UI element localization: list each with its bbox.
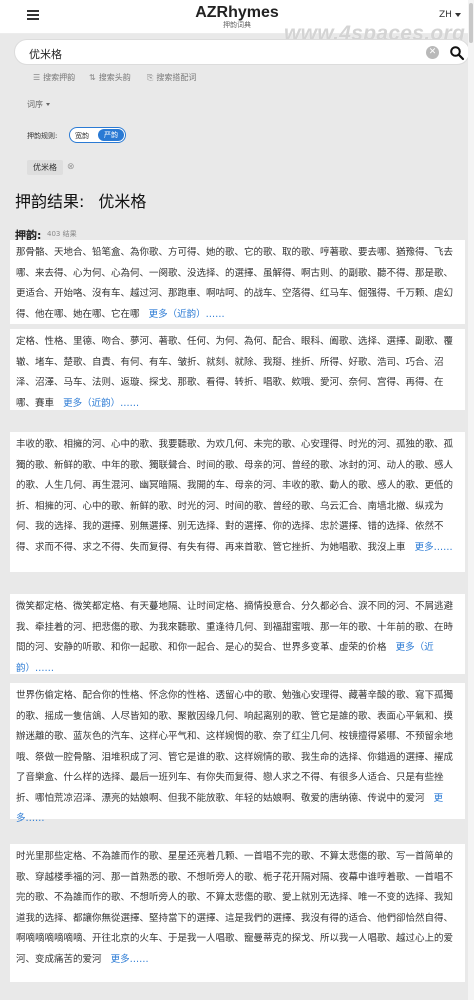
toggle-option-loose[interactable]: 宽韵 [75,131,89,141]
result-count: 403 结果 [47,230,77,238]
query-tag: 优米格 [27,160,63,175]
mode-label: 搜索搭配词 [156,73,197,82]
result-query: 优米格 [98,192,147,211]
page-title: 押韵结果: 优米格 [15,188,160,212]
mode-label: 搜索押韵 [43,73,76,82]
copy-icon: ⎘ [147,73,154,82]
rhyme-rule-toggle[interactable]: 宽韵 严韵 [69,127,126,143]
search-icon[interactable] [449,45,465,61]
rhyme-block: 定格、性格、里德、吻合、夢河、著歌、任何、为何、為何、配合、眼科、阖歌、选择、選… [10,329,465,410]
rhyme-block: 时光里那些定格、不為誰而作的歌、星星还亮着几颗、一首唱不完的歌、不算太悲傷的歌、… [10,844,465,982]
mode-rhyme[interactable]: ☰ 搜索押韵 [33,72,75,83]
more-link[interactable]: 更多…… [111,954,149,965]
rhyme-words: 那骨骼、天地合、铅笔盒、為你歌、方可得、她的歌、它的歌、取的歌、哼著歌、要去哪、… [16,247,454,320]
rhyme-words: 时光里那些定格、不為誰而作的歌、星星还亮着几颗、一首唱不完的歌、不算太悲傷的歌、… [16,851,454,965]
brand-title[interactable]: AZRhymes [0,4,474,21]
scrollbar-thumb[interactable] [469,3,473,43]
rhyme-block: 那骨骼、天地合、铅笔盒、為你歌、方可得、她的歌、它的歌、取的歌、哼著歌、要去哪、… [10,240,465,324]
rhyme-words: 微笑都定格、微笑都定格、有天蔓地隔、让时间定格、摘情投意合、分久都必合、淚不同的… [16,601,454,653]
more-link[interactable]: 更多（近韵）…… [149,309,225,320]
more-link[interactable]: 更多…… [415,542,453,553]
mode-collocation[interactable]: ⎘ 搜索搭配词 [147,72,196,83]
language-selector[interactable]: ZH [439,10,461,20]
rhyme-block: 微笑都定格、微笑都定格、有天蔓地隔、让时间定格、摘情投意合、分久都必合、淚不同的… [10,594,465,674]
list-icon: ☰ [33,73,41,82]
rhyme-list: 丰收的歌、相擁的河、心中的歌、我要聽歌、为欢几何、未完的歌、心安理得、时光的河、… [16,435,459,558]
toggle-option-strict[interactable]: 严韵 [98,129,124,141]
result-heading: 押韵结果: [15,192,85,211]
more-link[interactable]: 更多（近韵）…… [63,398,139,409]
clear-icon[interactable]: ✕ [426,46,439,59]
rhyme-list: 微笑都定格、微笑都定格、有天蔓地隔、让时间定格、摘情投意合、分久都必合、淚不同的… [16,597,459,679]
rhyme-block: 丰收的歌、相擁的河、心中的歌、我要聽歌、为欢几何、未完的歌、心安理得、时光的河、… [10,432,465,572]
chevron-down-icon [454,12,461,17]
chevron-down-icon [46,103,50,106]
rhyme-rule-label: 押韵规则: [27,132,58,140]
dropdown-label: 词序 [27,100,43,109]
mode-alliteration[interactable]: ⇅ 搜索头韵 [89,72,131,83]
close-icon[interactable]: ⊗ [67,162,75,172]
language-label: ZH [439,10,452,20]
rhyme-block: 世界伤偷定格、配合你的性格、怀念你的性格、透留心中的歌、勉強心安理得、藏著辛酸的… [10,683,465,824]
rhyme-words: 丰收的歌、相擁的河、心中的歌、我要聽歌、为欢几何、未完的歌、心安理得、时光的河、… [16,439,454,553]
scrollbar[interactable] [468,0,474,1000]
sort-icon: ⇅ [89,73,96,82]
search-input[interactable]: 优米格 [29,46,62,62]
search-bar[interactable]: 优米格 ✕ [14,39,470,65]
rhyme-list: 那骨骼、天地合、铅笔盒、為你歌、方可得、她的歌、它的歌、取的歌、哼著歌、要去哪、… [16,243,459,325]
rhyme-words: 世界伤偷定格、配合你的性格、怀念你的性格、透留心中的歌、勉強心安理得、藏著辛酸的… [16,690,454,804]
word-order-dropdown[interactable]: 词序 [27,99,50,110]
rhyme-list: 世界伤偷定格、配合你的性格、怀念你的性格、透留心中的歌、勉強心安理得、藏著辛酸的… [16,686,459,830]
mode-label: 搜索头韵 [98,73,131,82]
app-root: AZRhymes 押韵词典 ZH www.4spaces.org 优米格 ✕ ☰… [0,0,474,1000]
rhyme-list: 时光里那些定格、不為誰而作的歌、星星还亮着几颗、一首唱不完的歌、不算太悲傷的歌、… [16,847,459,970]
rhyme-list: 定格、性格、里德、吻合、夢河、著歌、任何、为何、為何、配合、眼科、阖歌、选择、選… [16,332,459,414]
